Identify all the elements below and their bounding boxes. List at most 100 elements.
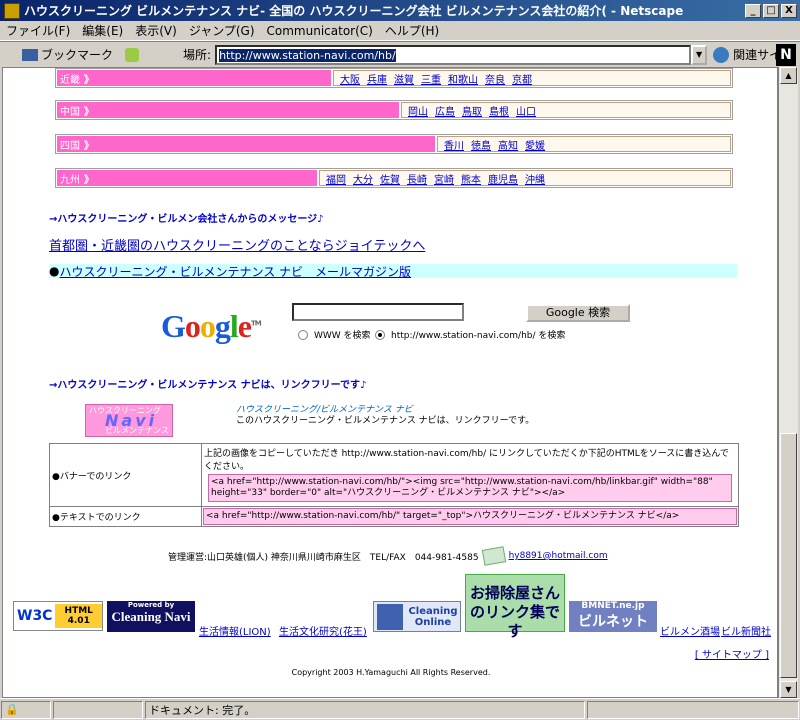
navi-description: ハウスクリーニング/ビルメンテナンス ナビ このハウスクリーニング・ビルメンテナ… xyxy=(236,405,534,427)
pref-link[interactable]: 広島 xyxy=(435,103,455,118)
co-text: Cleaning Online xyxy=(408,605,458,628)
row-label: ●テキストでのリンク xyxy=(50,507,202,526)
pref-link[interactable]: 大阪 xyxy=(340,71,360,86)
linkfree-heading: →ハウスクリーニング・ビルメンテナンス ナビは、リンクフリーです♪ xyxy=(49,380,367,391)
region-bar: 四国》 xyxy=(57,136,435,152)
menu-edit[interactable]: 編集(E) xyxy=(76,22,129,39)
scroll-thumb[interactable] xyxy=(780,433,797,678)
logo-bottom: ビルメンテナンス xyxy=(105,426,169,435)
row-content: <a href="http://www.station-navi.com/hb/… xyxy=(202,507,738,526)
radio-site[interactable]: http://www.station-navi.com/hb/ を検索 xyxy=(375,328,565,341)
email-link[interactable]: hy8891@hotmail.com xyxy=(509,551,608,561)
mailmag-link[interactable]: ハウスクリーニング・ビルメンテナンス ナビ メールマガジン版 xyxy=(59,263,411,280)
cleaning-online-banner[interactable]: Cleaning Online xyxy=(373,601,461,632)
radio-www-label: WWW を検索 xyxy=(314,331,371,341)
pref-link[interactable]: 三重 xyxy=(421,71,441,86)
radio-icon-checked xyxy=(375,329,385,340)
pref-link[interactable]: 宮崎 xyxy=(434,171,454,186)
pref-link[interactable]: 熊本 xyxy=(461,171,481,186)
scroll-down-button[interactable]: ▼ xyxy=(780,681,797,698)
region-name: 中国 xyxy=(60,106,80,118)
navi-desc: このハウスクリーニング・ビルメンテナンス ナビは、リンクフリーです。 xyxy=(236,416,535,426)
logo-navi: Navi xyxy=(105,411,158,430)
sitemap-link[interactable]: [ サイトマップ ] xyxy=(695,646,769,661)
pref-link[interactable]: 福岡 xyxy=(326,171,346,186)
vertical-scrollbar[interactable]: ▲ ▼ xyxy=(778,67,798,698)
pref-link[interactable]: 岡山 xyxy=(408,103,428,118)
menu-go[interactable]: ジャンプ(G) xyxy=(183,22,261,39)
bmnet-banner[interactable]: BMNET.ne.jp ビルネット xyxy=(569,601,657,632)
status-bar: 🔒 ドキュメント: 完了。 xyxy=(0,698,800,720)
url-input[interactable]: http://www.station-navi.com/hb/ xyxy=(215,44,692,65)
progress-bar xyxy=(53,700,143,719)
menu-view[interactable]: 表示(V) xyxy=(129,22,183,39)
menu-help[interactable]: ヘルプ(H) xyxy=(379,22,445,39)
google-search-button[interactable]: Google 検索 xyxy=(526,304,630,322)
google-search-input[interactable] xyxy=(292,303,464,321)
bill-shinbun-link[interactable]: ビル新聞社 xyxy=(721,623,771,638)
pref-link[interactable]: 沖縄 xyxy=(525,171,545,186)
maximize-button[interactable]: □ xyxy=(763,3,779,18)
cleaning-navi-banner[interactable]: Powered by Cleaning Navi xyxy=(107,601,195,632)
pref-link[interactable]: 愛媛 xyxy=(525,137,545,152)
pref-link[interactable]: 長崎 xyxy=(407,171,427,186)
pref-link[interactable]: 島根 xyxy=(489,103,509,118)
pref-link[interactable]: 鹿児島 xyxy=(488,171,518,186)
page-viewport: 近畿》 大阪 兵庫 滋賀 三重 和歌山 奈良 京都 中国》 岡山 広島 鳥取 島… xyxy=(2,67,778,698)
bm-top: BMNET.ne.jp xyxy=(581,601,645,611)
pref-link[interactable]: 京都 xyxy=(512,71,532,86)
radio-www[interactable]: WWW を検索 xyxy=(298,328,371,341)
html-badge: HTML 4.01 xyxy=(55,604,102,628)
souji-banner[interactable]: お掃除屋さんのリンク集です xyxy=(465,574,565,640)
arrow-icon: 》 xyxy=(84,140,94,152)
pref-link[interactable]: 和歌山 xyxy=(448,71,478,86)
arrow-icon: 》 xyxy=(84,106,94,118)
pref-link[interactable]: 香川 xyxy=(444,137,464,152)
banner-code[interactable]: <a href="http://www.station-navi.com/hb/… xyxy=(208,474,732,502)
navi-banner-logo[interactable]: ハウスクリーニング Navi ビルメンテナンス xyxy=(85,404,173,437)
location-icon[interactable] xyxy=(125,47,140,62)
bookmark-button[interactable]: ブックマーク xyxy=(22,46,113,63)
region-row-kyushu: 九州》 福岡 大分 佐賀 長崎 宮崎 熊本 鹿児島 沖縄 xyxy=(55,168,733,188)
table-row: ●バナーでのリンク 上記の画像をコピーしていただき http://www.sta… xyxy=(50,444,738,506)
lion-link[interactable]: 生活情報(LION) xyxy=(199,623,271,638)
close-button[interactable]: X xyxy=(781,3,797,18)
pref-link[interactable]: 滋賀 xyxy=(394,71,414,86)
menu-communicator[interactable]: Communicator(C) xyxy=(261,24,379,38)
pref-link[interactable]: 徳島 xyxy=(471,137,491,152)
google-logo: GoogleTM xyxy=(161,308,262,344)
tm-mark: TM xyxy=(250,319,262,328)
radio-icon xyxy=(298,329,308,340)
w3c-banner[interactable]: W3C HTML 4.01 xyxy=(13,601,103,631)
arrow-icon: 》 xyxy=(84,74,94,86)
pref-link[interactable]: 佐賀 xyxy=(380,171,400,186)
title-bar[interactable]: ハウスクリーニング ビルメンテナンス ナビ- 全国の ハウスクリーニング会社 ビ… xyxy=(0,0,800,21)
message-heading: →ハウスクリーニング・ビルメン会社さんからのメッセージ♪ xyxy=(49,214,324,225)
text-code[interactable]: <a href="http://www.station-navi.com/hb/… xyxy=(203,508,737,525)
region-name: 四国 xyxy=(60,140,80,152)
kao-link[interactable]: 生活文化研究(花王) xyxy=(279,623,367,638)
mail-icon xyxy=(481,546,506,566)
menu-file[interactable]: ファイル(F) xyxy=(0,22,76,39)
region-bar: 中国》 xyxy=(57,102,399,118)
message-link[interactable]: 首都圏・近畿圏のハウスクリーニングのことならジョイテックへ xyxy=(49,235,425,254)
radio-site-label: http://www.station-navi.com/hb/ を検索 xyxy=(391,331,566,341)
row-content: 上記の画像をコピーしていただき http://www.station-navi.… xyxy=(202,444,738,506)
pref-link[interactable]: 山口 xyxy=(516,103,536,118)
bilmen-sakaba-link[interactable]: ビルメン酒場 xyxy=(660,623,720,638)
scroll-up-button[interactable]: ▲ xyxy=(780,67,797,84)
url-dropdown-button[interactable]: ▼ xyxy=(691,44,708,65)
pref-link[interactable]: 奈良 xyxy=(485,71,505,86)
pref-link[interactable]: 高知 xyxy=(498,137,518,152)
arrow-icon: 》 xyxy=(84,174,94,186)
status-text: ドキュメント: 完了。 xyxy=(145,700,585,719)
region-row-shikoku: 四国》 香川 徳島 高知 愛媛 xyxy=(55,134,733,154)
pref-link[interactable]: 大分 xyxy=(353,171,373,186)
menu-bar: ファイル(F) 編集(E) 表示(V) ジャンプ(G) Communicator… xyxy=(0,21,800,41)
pref-list: 岡山 広島 鳥取 島根 山口 xyxy=(401,102,731,118)
pref-link[interactable]: 鳥取 xyxy=(462,103,482,118)
house-icon xyxy=(377,603,403,630)
minimize-button[interactable]: _ xyxy=(745,3,761,18)
pref-link[interactable]: 兵庫 xyxy=(367,71,387,86)
security-icon[interactable]: 🔒 xyxy=(1,700,51,719)
